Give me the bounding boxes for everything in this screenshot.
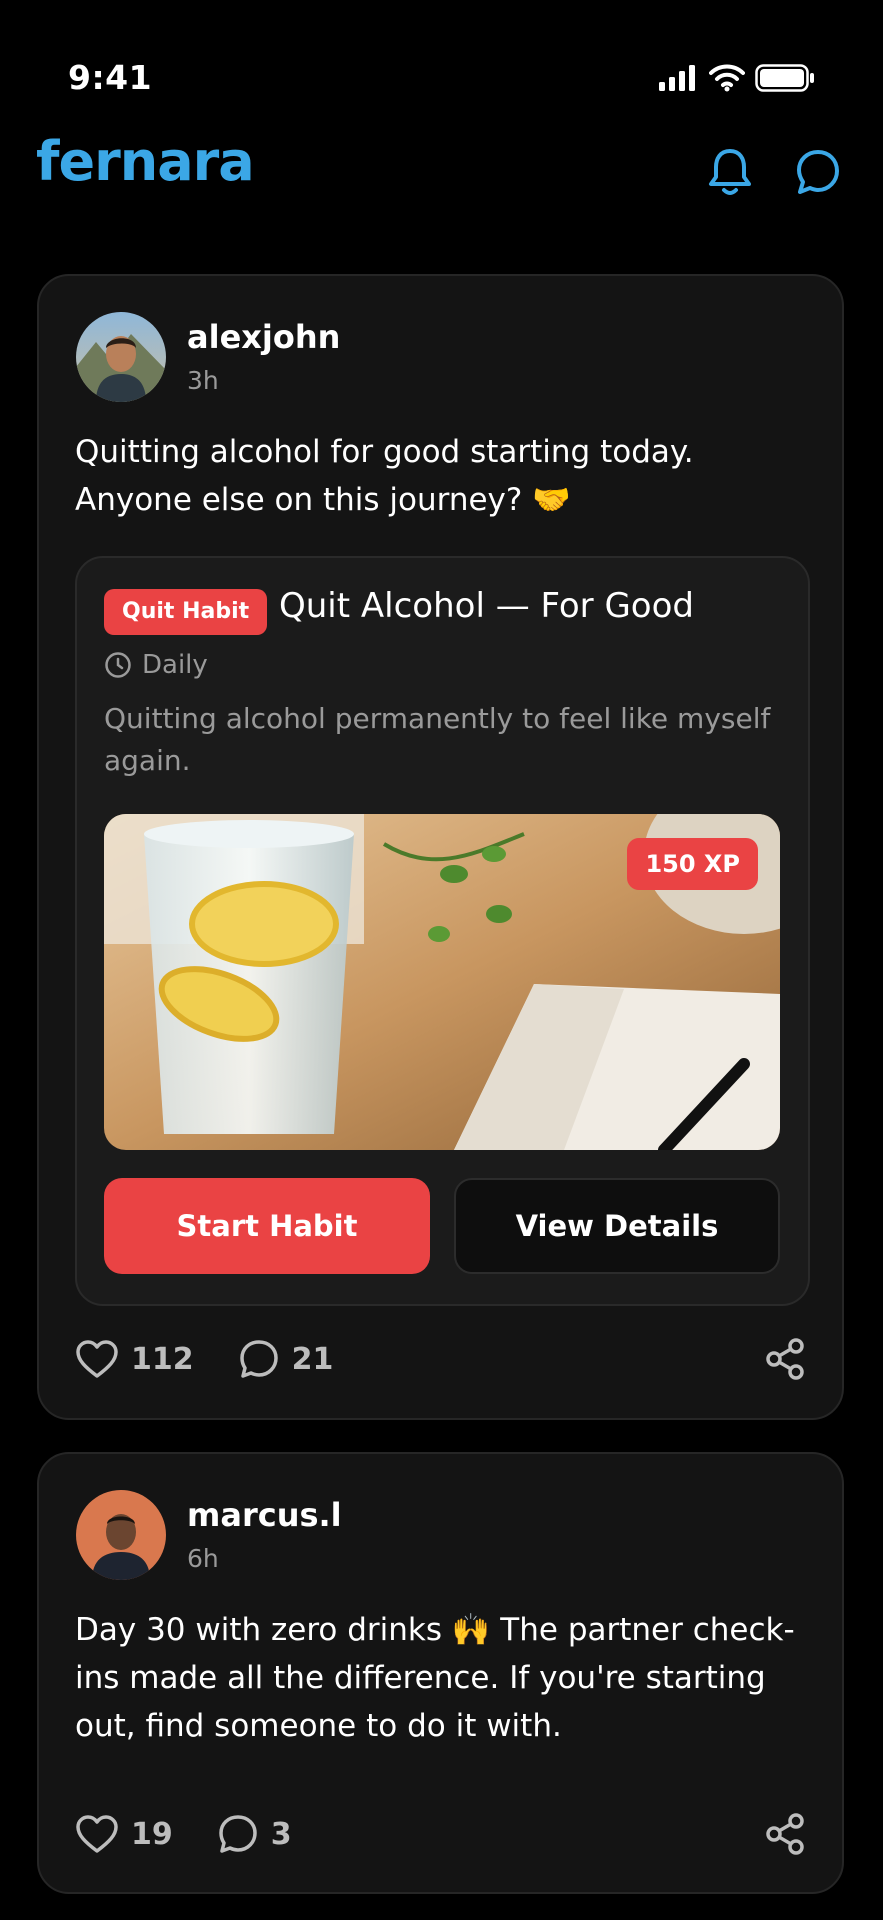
wifi-icon bbox=[709, 64, 745, 92]
habit-type-tag: Quit Habit bbox=[104, 589, 268, 635]
xp-badge: 150 XP bbox=[627, 838, 758, 890]
habit-description: Quitting alcohol permanently to feel lik… bbox=[104, 702, 771, 777]
view-details-button[interactable]: View Details bbox=[454, 1178, 780, 1274]
like-count: 19 bbox=[131, 1816, 173, 1852]
chat-bubble-icon[interactable] bbox=[794, 146, 842, 198]
status-bar: 9:41 bbox=[0, 0, 883, 120]
like-button[interactable]: 112 bbox=[75, 1339, 194, 1379]
comment-icon bbox=[239, 1340, 278, 1378]
post-timestamp: 6h bbox=[187, 1544, 219, 1573]
habit-title: Quit Alcohol — For Good bbox=[279, 586, 694, 626]
comment-count: 21 bbox=[291, 1341, 334, 1377]
habit-card[interactable]: Quit Habit Quit Alcohol — For Good Daily… bbox=[75, 556, 810, 1306]
clock-icon bbox=[105, 652, 131, 678]
post-username[interactable]: alexjohn bbox=[187, 318, 340, 356]
heart-icon bbox=[76, 1815, 118, 1853]
avatar[interactable] bbox=[76, 312, 166, 402]
status-icons bbox=[659, 64, 815, 92]
post-username[interactable]: marcus.l bbox=[187, 1496, 342, 1534]
habit-image: 150 XP bbox=[104, 814, 780, 1150]
comment-button[interactable]: 3 bbox=[217, 1813, 292, 1855]
app-header: fernara bbox=[0, 130, 883, 210]
habit-frequency: Daily bbox=[104, 650, 208, 680]
comment-count: 3 bbox=[270, 1816, 292, 1852]
battery-icon bbox=[755, 64, 814, 92]
comment-icon bbox=[219, 1815, 257, 1853]
cellular-signal-icon bbox=[659, 65, 695, 91]
post-text: Quitting alcohol for good starting today… bbox=[75, 434, 694, 518]
share-icon[interactable] bbox=[764, 1337, 806, 1381]
like-button[interactable]: 19 bbox=[75, 1814, 173, 1854]
bell-icon[interactable] bbox=[706, 146, 754, 198]
post-actions: 19 3 bbox=[75, 1812, 806, 1856]
status-time: 9:41 bbox=[68, 58, 153, 97]
comment-button[interactable]: 21 bbox=[238, 1338, 334, 1380]
post-card: alexjohn 3h Quitting alcohol for good st… bbox=[37, 274, 844, 1420]
app-logo[interactable]: fernara bbox=[36, 130, 255, 193]
avatar[interactable] bbox=[76, 1490, 166, 1580]
post-text: Day 30 with zero drinks 🙌 The partner ch… bbox=[75, 1612, 795, 1744]
start-habit-button[interactable]: Start Habit bbox=[104, 1178, 430, 1274]
heart-icon bbox=[76, 1340, 118, 1378]
like-count: 112 bbox=[131, 1341, 194, 1377]
post-timestamp: 3h bbox=[187, 366, 219, 395]
frequency-label: Daily bbox=[142, 650, 208, 680]
post-card: marcus.l 6h Day 30 with zero drinks 🙌 Th… bbox=[37, 1452, 844, 1894]
post-actions: 112 21 bbox=[75, 1337, 806, 1381]
share-icon[interactable] bbox=[764, 1812, 806, 1856]
